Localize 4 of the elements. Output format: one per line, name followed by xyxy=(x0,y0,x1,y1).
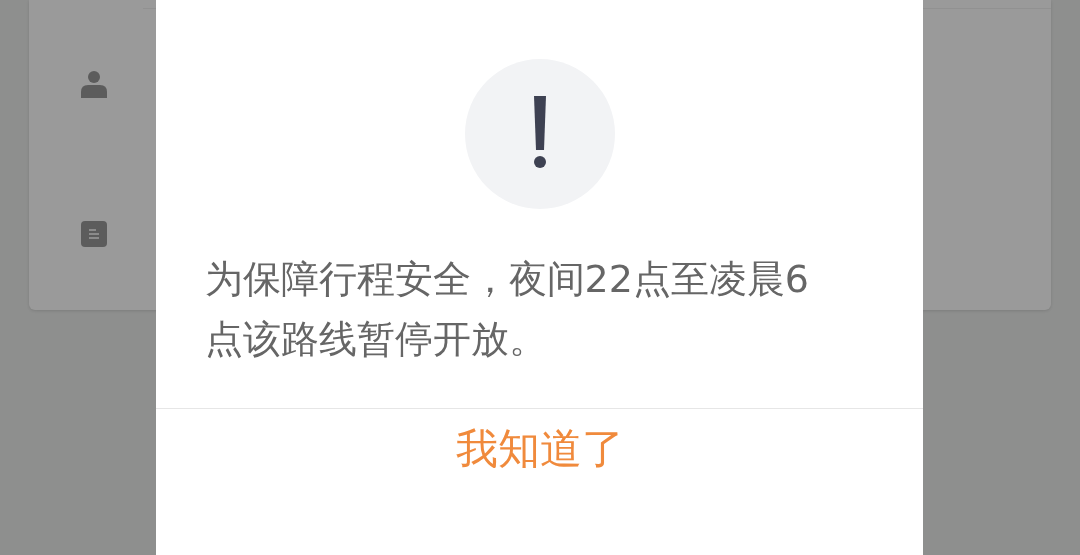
exclamation-icon xyxy=(464,59,615,209)
dialog-message: 为保障行程安全，夜间22点至凌晨6点该路线暂停开放。 xyxy=(204,256,811,363)
person-icon xyxy=(81,70,107,98)
document-icon xyxy=(81,220,107,248)
